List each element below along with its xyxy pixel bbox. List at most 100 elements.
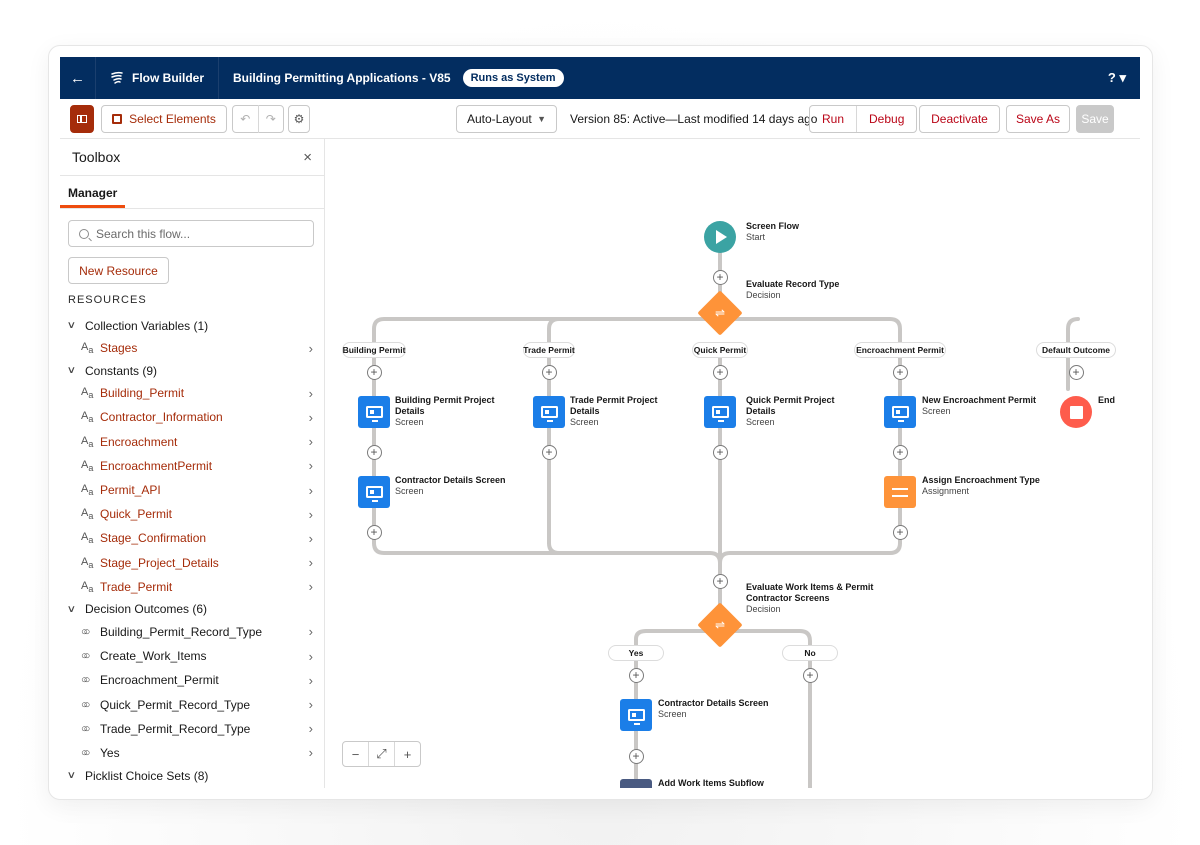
outcome-label[interactable]: Encroachment Permit bbox=[854, 342, 946, 358]
add-element-button[interactable]: + bbox=[892, 444, 908, 460]
chevron-right-icon[interactable]: › bbox=[309, 721, 313, 736]
save-as-button[interactable]: Save As bbox=[1006, 105, 1070, 133]
resource-item[interactable]: Aa Stage_Project_Details › bbox=[60, 551, 324, 575]
resource-item[interactable]: ☰Construction_Type_Picklist_Choice› bbox=[60, 786, 324, 788]
undo-redo-group: ↶ ↷ bbox=[232, 105, 284, 133]
add-element-button[interactable]: + bbox=[712, 573, 728, 589]
subflow-node[interactable] bbox=[620, 779, 652, 788]
resource-item[interactable]: ○○ Building_Permit_Record_Type › bbox=[60, 620, 324, 644]
chevron-right-icon[interactable]: › bbox=[309, 673, 313, 688]
outcome-label[interactable]: No bbox=[782, 645, 838, 661]
outcome-label[interactable]: Building Permit bbox=[342, 342, 406, 358]
chevron-right-icon[interactable]: › bbox=[309, 507, 313, 522]
screen-node[interactable] bbox=[533, 396, 565, 428]
close-icon[interactable]: × bbox=[303, 149, 312, 166]
layout-select[interactable]: Auto-Layout ▼ bbox=[456, 105, 557, 133]
resource-item[interactable]: Aa Building_Permit › bbox=[60, 381, 324, 405]
play-icon bbox=[716, 230, 727, 244]
add-element-button[interactable]: + bbox=[802, 667, 818, 683]
debug-button[interactable]: Debug bbox=[857, 106, 916, 132]
chevron-right-icon[interactable]: › bbox=[309, 341, 313, 356]
assignment-node[interactable] bbox=[884, 476, 916, 508]
resource-group[interactable]: ∨ Collection Variables (1) bbox=[60, 315, 324, 336]
select-elements-button[interactable]: Select Elements bbox=[101, 105, 227, 133]
zoom-out-button[interactable]: − bbox=[343, 742, 368, 766]
add-element-button[interactable]: + bbox=[1068, 364, 1084, 380]
add-element-button[interactable]: + bbox=[366, 364, 382, 380]
screen-node[interactable] bbox=[620, 699, 652, 731]
add-element-button[interactable]: + bbox=[628, 748, 644, 764]
run-button[interactable]: Run bbox=[810, 106, 856, 132]
screen-node[interactable] bbox=[358, 396, 390, 428]
flow-settings-button[interactable]: ⚙ bbox=[288, 105, 310, 133]
resource-group[interactable]: ∨ Decision Outcomes (6) bbox=[60, 599, 324, 620]
resource-item[interactable]: ○○ Create_Work_Items › bbox=[60, 644, 324, 668]
new-resource-button[interactable]: New Resource bbox=[68, 257, 169, 284]
resource-item[interactable]: ○○ Trade_Permit_Record_Type › bbox=[60, 717, 324, 741]
undo-button[interactable]: ↶ bbox=[233, 112, 258, 126]
redo-button[interactable]: ↷ bbox=[258, 112, 283, 126]
flow-canvas[interactable]: Screen Flow Start + ⇌ Evaluate Record Type De… bbox=[326, 139, 1140, 788]
add-element-button[interactable]: + bbox=[892, 364, 908, 380]
chevron-right-icon[interactable]: › bbox=[309, 624, 313, 639]
add-element-button[interactable]: + bbox=[712, 269, 728, 285]
chevron-right-icon[interactable]: › bbox=[309, 458, 313, 473]
resource-item[interactable]: Aa Stages › bbox=[60, 336, 324, 360]
outcome-label[interactable]: Trade Permit bbox=[523, 342, 575, 358]
outcome-label[interactable]: Yes bbox=[608, 645, 664, 661]
resource-item[interactable]: ○○ Quick_Permit_Record_Type › bbox=[60, 692, 324, 716]
back-button[interactable]: ← bbox=[60, 57, 96, 99]
add-element-button[interactable]: + bbox=[892, 524, 908, 540]
chevron-right-icon[interactable]: › bbox=[309, 649, 313, 664]
resource-item[interactable]: Aa Encroachment › bbox=[60, 430, 324, 454]
toolbar: Select Elements ↶ ↷ ⚙ Auto-Layout ▼ Vers… bbox=[60, 99, 1140, 139]
deactivate-button[interactable]: Deactivate bbox=[919, 105, 1000, 133]
screen-node[interactable] bbox=[704, 396, 736, 428]
chevron-right-icon[interactable]: › bbox=[309, 483, 313, 498]
zoom-in-button[interactable]: + bbox=[395, 742, 420, 766]
chevron-right-icon[interactable]: › bbox=[309, 579, 313, 594]
building-permit-details-label-type: Screen bbox=[395, 417, 424, 427]
flow-builder-app: ← Flow Builder Building Permitting Appli… bbox=[60, 57, 1140, 788]
connector bbox=[372, 541, 722, 565]
chevron-right-icon[interactable]: › bbox=[309, 745, 313, 760]
add-element-button[interactable]: + bbox=[541, 364, 557, 380]
chevron-right-icon[interactable]: › bbox=[309, 697, 313, 712]
tab-manager[interactable]: Manager bbox=[68, 186, 117, 200]
resource-item[interactable]: Aa Permit_API › bbox=[60, 478, 324, 502]
resource-item[interactable]: ○○ Encroachment_Permit › bbox=[60, 668, 324, 692]
resource-item-label: Stages bbox=[100, 341, 138, 356]
resource-item[interactable]: Aa Contractor_Information › bbox=[60, 405, 324, 429]
add-element-button[interactable]: + bbox=[366, 524, 382, 540]
chevron-right-icon[interactable]: › bbox=[309, 410, 313, 425]
chevron-right-icon[interactable]: › bbox=[309, 555, 313, 570]
resource-item[interactable]: Aa Quick_Permit › bbox=[60, 502, 324, 526]
resource-item[interactable]: Aa Stage_Confirmation › bbox=[60, 526, 324, 550]
toolbox-title: Toolbox bbox=[72, 149, 121, 165]
start-node[interactable] bbox=[704, 221, 736, 253]
search-input[interactable]: Search this flow... bbox=[68, 220, 314, 247]
add-element-button[interactable]: + bbox=[541, 444, 557, 460]
resource-group[interactable]: ∨ Constants (9) bbox=[60, 360, 324, 381]
resource-item[interactable]: Aa EncroachmentPermit › bbox=[60, 454, 324, 478]
outcome-label[interactable]: Default Outcome bbox=[1036, 342, 1116, 358]
resource-item[interactable]: ○○ Yes › bbox=[60, 741, 324, 765]
screen-node[interactable] bbox=[884, 396, 916, 428]
chevron-right-icon[interactable]: › bbox=[309, 434, 313, 449]
screen-node[interactable] bbox=[358, 476, 390, 508]
resource-item-label: Building_Permit_Record_Type bbox=[100, 624, 263, 639]
chevron-right-icon[interactable]: › bbox=[309, 531, 313, 546]
fit-to-view-button[interactable]: ⤢ bbox=[369, 742, 394, 766]
outcome-label[interactable]: Quick Permit bbox=[692, 342, 748, 358]
add-element-button[interactable]: + bbox=[628, 667, 644, 683]
chevron-right-icon[interactable]: › bbox=[309, 386, 313, 401]
add-element-button[interactable]: + bbox=[712, 364, 728, 380]
end-node[interactable] bbox=[1060, 396, 1092, 428]
help-menu-button[interactable]: ? ▾ bbox=[1108, 70, 1126, 86]
save-button[interactable]: Save bbox=[1076, 105, 1114, 133]
resource-group[interactable]: ∨ Picklist Choice Sets (8) bbox=[60, 765, 324, 786]
toggle-toolbox-button[interactable] bbox=[70, 105, 94, 133]
add-element-button[interactable]: + bbox=[712, 444, 728, 460]
add-element-button[interactable]: + bbox=[366, 444, 382, 460]
resource-item[interactable]: Aa Trade_Permit › bbox=[60, 575, 324, 599]
